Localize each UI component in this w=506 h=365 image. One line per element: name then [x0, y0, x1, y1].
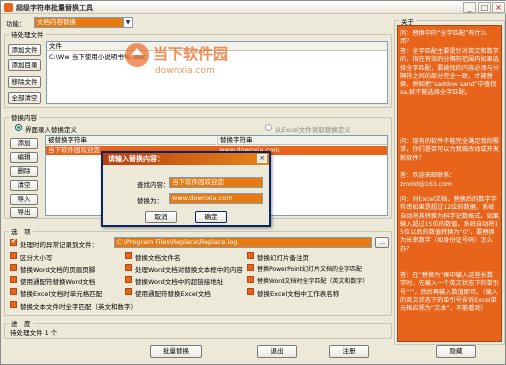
- file-row[interactable]: C:\Ww 当下使用小说明书%. doc: [49, 53, 146, 62]
- excel-source-label: 从Excel文件读取替换定义: [275, 126, 351, 134]
- export-rules-button[interactable]: 导出: [10, 207, 38, 218]
- clear-rules-button[interactable]: 清空: [10, 180, 38, 191]
- excel-sheetname-checkbox[interactable]: [247, 288, 254, 295]
- word-whole-word-checkbox[interactable]: [247, 276, 254, 283]
- find-column-header: 被替换字符串: [46, 136, 216, 145]
- minimize-button[interactable]: _: [463, 2, 476, 13]
- slide-notes-label: 替换幻灯片备注页: [257, 254, 309, 262]
- log-errors-checkbox[interactable]: [10, 237, 17, 246]
- dialog-ok-button[interactable]: 确定: [195, 211, 227, 223]
- word-header-footer-checkbox[interactable]: [10, 264, 17, 271]
- word-hyperlink-checkbox[interactable]: [125, 276, 132, 283]
- find-label: 查找内容：: [137, 181, 170, 189]
- word-textbox-label: 处理Word文档对替换文本框中的内容: [135, 266, 243, 274]
- pending-files-title: 待处理文件: [9, 29, 46, 39]
- dialog-cancel-button[interactable]: 取消: [145, 211, 177, 223]
- excel-source-radio[interactable]: [265, 124, 272, 131]
- add-file-button[interactable]: 添加文件: [8, 44, 41, 56]
- rule-find-cell: 当下软件园欢迎您: [48, 146, 100, 154]
- faq-answer-3: 答：在“替换为”框中输入这些长数字时，先输入一个英文状态下的单引号“'”，然后再…: [400, 272, 499, 313]
- excel-sheetname-label: 替换Excel文档中工作表名称: [257, 290, 340, 298]
- log-path-input[interactable]: C:\Program Files\Replace\Replace.log: [114, 237, 372, 248]
- main-window: 超级字符串批量替换工具 _ □ × 功能： 文档内容替换 ▼ 待处理文件 添加文…: [0, 0, 506, 365]
- close-button[interactable]: ×: [492, 2, 505, 13]
- word-header-footer-label: 替换Word文档的页眉页脚: [20, 266, 96, 274]
- replace-column-header: 替换字符串: [217, 136, 387, 145]
- progress-status: 待处理文件 1 个: [10, 329, 58, 337]
- excel-cell-match-checkbox[interactable]: [10, 288, 17, 295]
- window-title: 超级字符串批量替换工具: [16, 4, 93, 12]
- add-rule-button[interactable]: 添加: [10, 138, 38, 149]
- title-bar: 超级字符串批量替换工具 _ □ ×: [1, 1, 506, 14]
- exit-button[interactable]: 退出: [257, 345, 297, 358]
- replace-input[interactable]: www.downxia.com: [169, 193, 263, 204]
- import-rules-button[interactable]: 导入: [10, 194, 38, 205]
- register-button[interactable]: 注册: [329, 345, 369, 358]
- remove-file-button[interactable]: 移除文件: [8, 76, 41, 88]
- chevron-down-icon[interactable]: ▼: [123, 18, 132, 27]
- faq-question-2: 问：现有的软件不能完全满足我的需求，你们是否可以为我做改动或开发新软件？: [400, 138, 499, 162]
- word-hyperlink-label: 替换Word文档中的超链接地址: [135, 278, 224, 286]
- batch-replace-button[interactable]: 批量替换: [150, 345, 202, 358]
- hide-panel-button[interactable]: 隐藏: [436, 345, 476, 358]
- ppt-whole-word-checkbox[interactable]: [247, 264, 254, 271]
- replace-entry-dialog: 请输入替换内容： × 查找内容： 当下软件园欢迎您 替换为： www.downx…: [101, 151, 271, 227]
- faq-answer-2: 答：欢迎来邮联系：: [400, 172, 456, 179]
- maximize-button[interactable]: □: [478, 2, 491, 13]
- clear-all-files-button[interactable]: 全部清空: [8, 92, 41, 104]
- find-input[interactable]: 当下软件园欢迎您: [169, 177, 263, 188]
- manual-entry-label: 界面录入替换定义: [25, 126, 77, 134]
- faq-question-1: 问：替换中的“全字匹配”有什么用？: [400, 30, 487, 46]
- excel-wildcard-checkbox[interactable]: [125, 288, 132, 295]
- word-wildcard-label: 使用通配符替换Word文档: [20, 278, 96, 286]
- faq-answer-1: 答：全字匹配主要是针对英文和数字的，指在有效的分隔符范围内如果选择全字匹配，要被…: [400, 48, 499, 97]
- excel-wildcard-label: 使用通配符替换Excel文档: [135, 290, 211, 298]
- text-whole-word-checkbox[interactable]: [10, 301, 17, 308]
- progress-group: [4, 323, 392, 339]
- word-whole-word-label: 替换Word文档时全字匹配（英文和数字）: [257, 278, 369, 285]
- log-errors-label: 处理时的异常记录到文件：: [20, 241, 98, 249]
- replace-label: 替换为：: [137, 197, 163, 205]
- edit-rule-button[interactable]: 编辑: [10, 152, 38, 163]
- excel-cell-match-label: 替换Excel文档时单元格匹配: [20, 290, 103, 298]
- add-directory-button[interactable]: 添加目录: [8, 59, 41, 71]
- text-whole-word-label: 替换文本文件时全字匹配（英文和数字）: [20, 303, 137, 311]
- manual-entry-radio[interactable]: [15, 124, 22, 131]
- replace-filename-checkbox[interactable]: [125, 252, 132, 259]
- about-content[interactable]: 问：替换中的“全字匹配”有什么用？ 答：全字匹配主要是针对英文和数字的，指在有效…: [397, 25, 502, 342]
- function-select-value: 文档内容替换: [37, 18, 76, 26]
- browse-log-button[interactable]: ...: [375, 237, 389, 248]
- dialog-close-button[interactable]: ×: [257, 154, 267, 163]
- app-icon: [4, 3, 13, 12]
- file-column-header: 文件: [47, 42, 387, 51]
- word-textbox-checkbox[interactable]: [125, 264, 132, 271]
- ppt-whole-word-label: 替换PowerPoint幻灯片文档的全字匹配: [257, 266, 363, 273]
- file-list[interactable]: 文件 C:\Ww 当下使用小说明书%. doc: [46, 41, 388, 104]
- replace-content-title: 替换内容: [9, 112, 39, 122]
- faq-question-3: 问：对Excel文档，替换后的数字字符串如果是超过12位的数据，系统自动将其转换…: [400, 196, 499, 253]
- function-label: 功能：: [6, 20, 26, 28]
- word-wildcard-checkbox[interactable]: [10, 276, 17, 283]
- slide-notes-checkbox[interactable]: [247, 252, 254, 259]
- options-title: 选 项: [9, 226, 33, 236]
- contact-email-link[interactable]: zmold@163.com: [400, 181, 499, 189]
- case-sensitive-checkbox[interactable]: [10, 252, 17, 259]
- delete-rule-button[interactable]: 删除: [10, 166, 38, 177]
- function-select[interactable]: 文档内容替换 ▼: [34, 17, 133, 28]
- dialog-title: 请输入替换内容：: [103, 153, 269, 165]
- replace-filename-label: 替换文档文件名: [135, 254, 181, 262]
- case-sensitive-label: 区分大小写: [20, 254, 53, 262]
